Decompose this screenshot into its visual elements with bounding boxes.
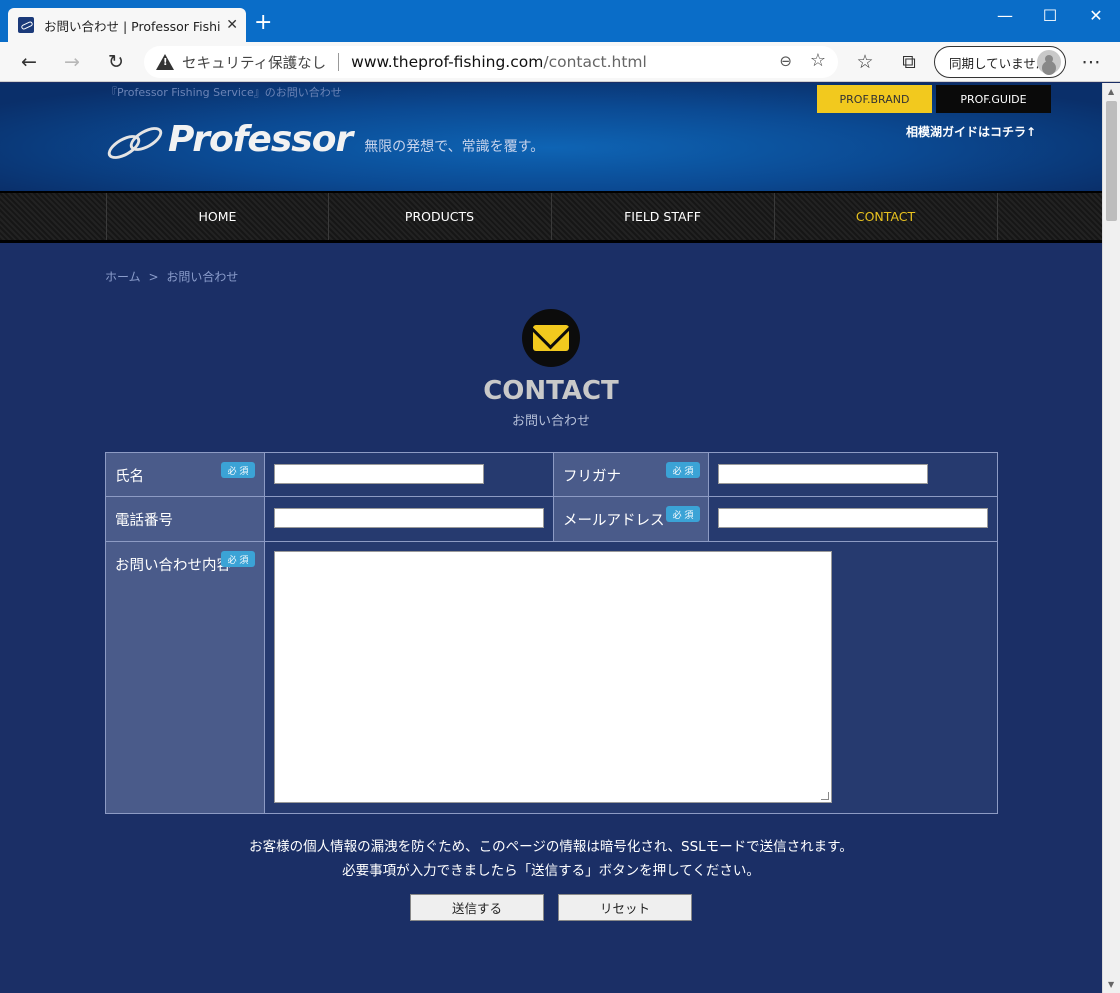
name-label: 氏名	[115, 469, 144, 485]
contact-mail-icon	[522, 309, 580, 367]
tab-title: お問い合わせ | Professor Fishing S	[44, 18, 221, 34]
prof-brand-button[interactable]: PROF.BRAND	[817, 85, 932, 113]
required-badge: 必 須	[666, 506, 700, 522]
furigana-label: フリガナ	[563, 469, 621, 485]
submit-instruction: 必要事項が入力できましたら「送信する」ボタンを押してください。	[342, 863, 760, 879]
furigana-input[interactable]	[718, 464, 928, 484]
required-badge: 必 須	[666, 462, 700, 478]
submit-button[interactable]: 送信する	[410, 894, 544, 921]
address-separator	[338, 53, 340, 71]
site-slogan: 無限の発想で、常識を覆す。	[364, 139, 545, 155]
favorite-add-icon[interactable]: ☆	[810, 50, 826, 71]
favorites-icon[interactable]: ☆	[852, 50, 878, 74]
site-favicon-icon	[18, 17, 34, 33]
envelope-icon	[533, 325, 569, 351]
nav-item-home[interactable]: HOME	[106, 193, 328, 240]
browser-titlebar: お問い合わせ | Professor Fishing S ✕ + — ☐ ✕	[0, 0, 1120, 42]
prof-guide-button[interactable]: PROF.GUIDE	[936, 85, 1051, 113]
breadcrumb-separator: >	[148, 270, 159, 284]
phone-label: 電話番号	[115, 513, 173, 529]
url-host[interactable]: www.theprof-fishing.com	[351, 53, 543, 71]
name-input[interactable]	[274, 464, 484, 484]
tab-close-icon[interactable]: ✕	[226, 17, 238, 33]
site-logo[interactable]: Professor 無限の発想で、常識を覆す。	[104, 119, 544, 160]
collections-icon[interactable]: ⧉	[896, 50, 922, 74]
page-title: CONTACT	[483, 376, 619, 406]
email-label: メールアドレス	[563, 513, 665, 529]
sync-label: 同期していません	[949, 55, 1049, 71]
refresh-icon[interactable]: ↻	[103, 50, 129, 74]
email-label-cell: メールアドレス 必 須	[553, 497, 709, 541]
breadcrumb-current: お問い合わせ	[166, 270, 239, 284]
email-input[interactable]	[718, 508, 988, 528]
sync-profile-button[interactable]: 同期していません	[934, 46, 1066, 78]
scroll-up-icon[interactable]: ▲	[1108, 87, 1114, 96]
browser-tab[interactable]: お問い合わせ | Professor Fishing S ✕	[8, 8, 246, 42]
nav-item-contact[interactable]: CONTACT	[774, 193, 996, 240]
logo-mark-icon	[104, 124, 162, 160]
site-tagline: 『Professor Fishing Service』のお問い合わせ	[106, 86, 342, 99]
phone-input[interactable]	[274, 508, 544, 528]
phone-label-cell: 電話番号	[106, 497, 265, 541]
zoom-out-icon[interactable]: ⊖	[779, 52, 792, 70]
name-label-cell: 氏名 必 須	[106, 453, 265, 496]
web-page: 『Professor Fishing Service』のお問い合わせ Profe…	[0, 83, 1102, 993]
furigana-label-cell: フリガナ 必 須	[553, 453, 709, 496]
required-badge: 必 須	[221, 462, 255, 478]
avatar	[1037, 50, 1061, 74]
browser-toolbar: ← → ↻ セキュリティ保護なし www.theprof-fishing.com…	[0, 42, 1120, 82]
new-tab-button[interactable]: +	[254, 12, 272, 34]
back-arrow-icon[interactable]: ←	[16, 50, 42, 74]
breadcrumb: ホーム > お問い合わせ	[105, 268, 238, 285]
url-path[interactable]: /contact.html	[543, 53, 646, 71]
reset-button[interactable]: リセット	[558, 894, 692, 921]
site-header: 『Professor Fishing Service』のお問い合わせ Profe…	[0, 83, 1102, 191]
maximize-icon[interactable]: ☐	[1035, 6, 1065, 25]
security-label[interactable]: セキュリティ保護なし	[182, 52, 326, 73]
nav-item-field-staff[interactable]: FIELD STAFF	[551, 193, 773, 240]
scroll-down-icon[interactable]: ▼	[1108, 980, 1114, 989]
page-subtitle: お問い合わせ	[511, 414, 590, 429]
message-label: お問い合わせ内容	[115, 558, 231, 574]
main-nav: HOME PRODUCTS FIELD STAFF CONTACT	[0, 191, 1102, 243]
minimize-icon[interactable]: —	[990, 6, 1020, 25]
address-bar[interactable]: セキュリティ保護なし www.theprof-fishing.com/conta…	[144, 46, 838, 78]
required-badge: 必 須	[221, 551, 255, 567]
warning-icon[interactable]	[156, 53, 174, 71]
sagamiko-guide-link[interactable]: 相模湖ガイドはコチラ↑	[906, 123, 1036, 140]
window-close-icon[interactable]: ✕	[1081, 6, 1111, 25]
nav-divider	[997, 193, 998, 240]
nav-item-products[interactable]: PRODUCTS	[328, 193, 550, 240]
forward-arrow-icon[interactable]: →	[59, 50, 85, 74]
more-icon[interactable]: ⋯	[1078, 50, 1104, 74]
scrollbar-thumb[interactable]	[1106, 101, 1117, 221]
message-textarea[interactable]	[274, 551, 832, 803]
contact-form: 氏名 必 須 フリガナ 必 須 電話番号 メールアドレス 必 須 お問い合わせ内…	[105, 452, 998, 814]
logo-name: Professor	[168, 119, 353, 160]
page-scrollbar[interactable]: ▲ ▼	[1102, 83, 1120, 993]
ssl-notice: お客様の個人情報の漏洩を防ぐため、このページの情報は暗号化され、SSLモードで送…	[249, 839, 853, 855]
message-label-cell: お問い合わせ内容 必 須	[106, 542, 265, 813]
breadcrumb-home[interactable]: ホーム	[105, 270, 141, 284]
